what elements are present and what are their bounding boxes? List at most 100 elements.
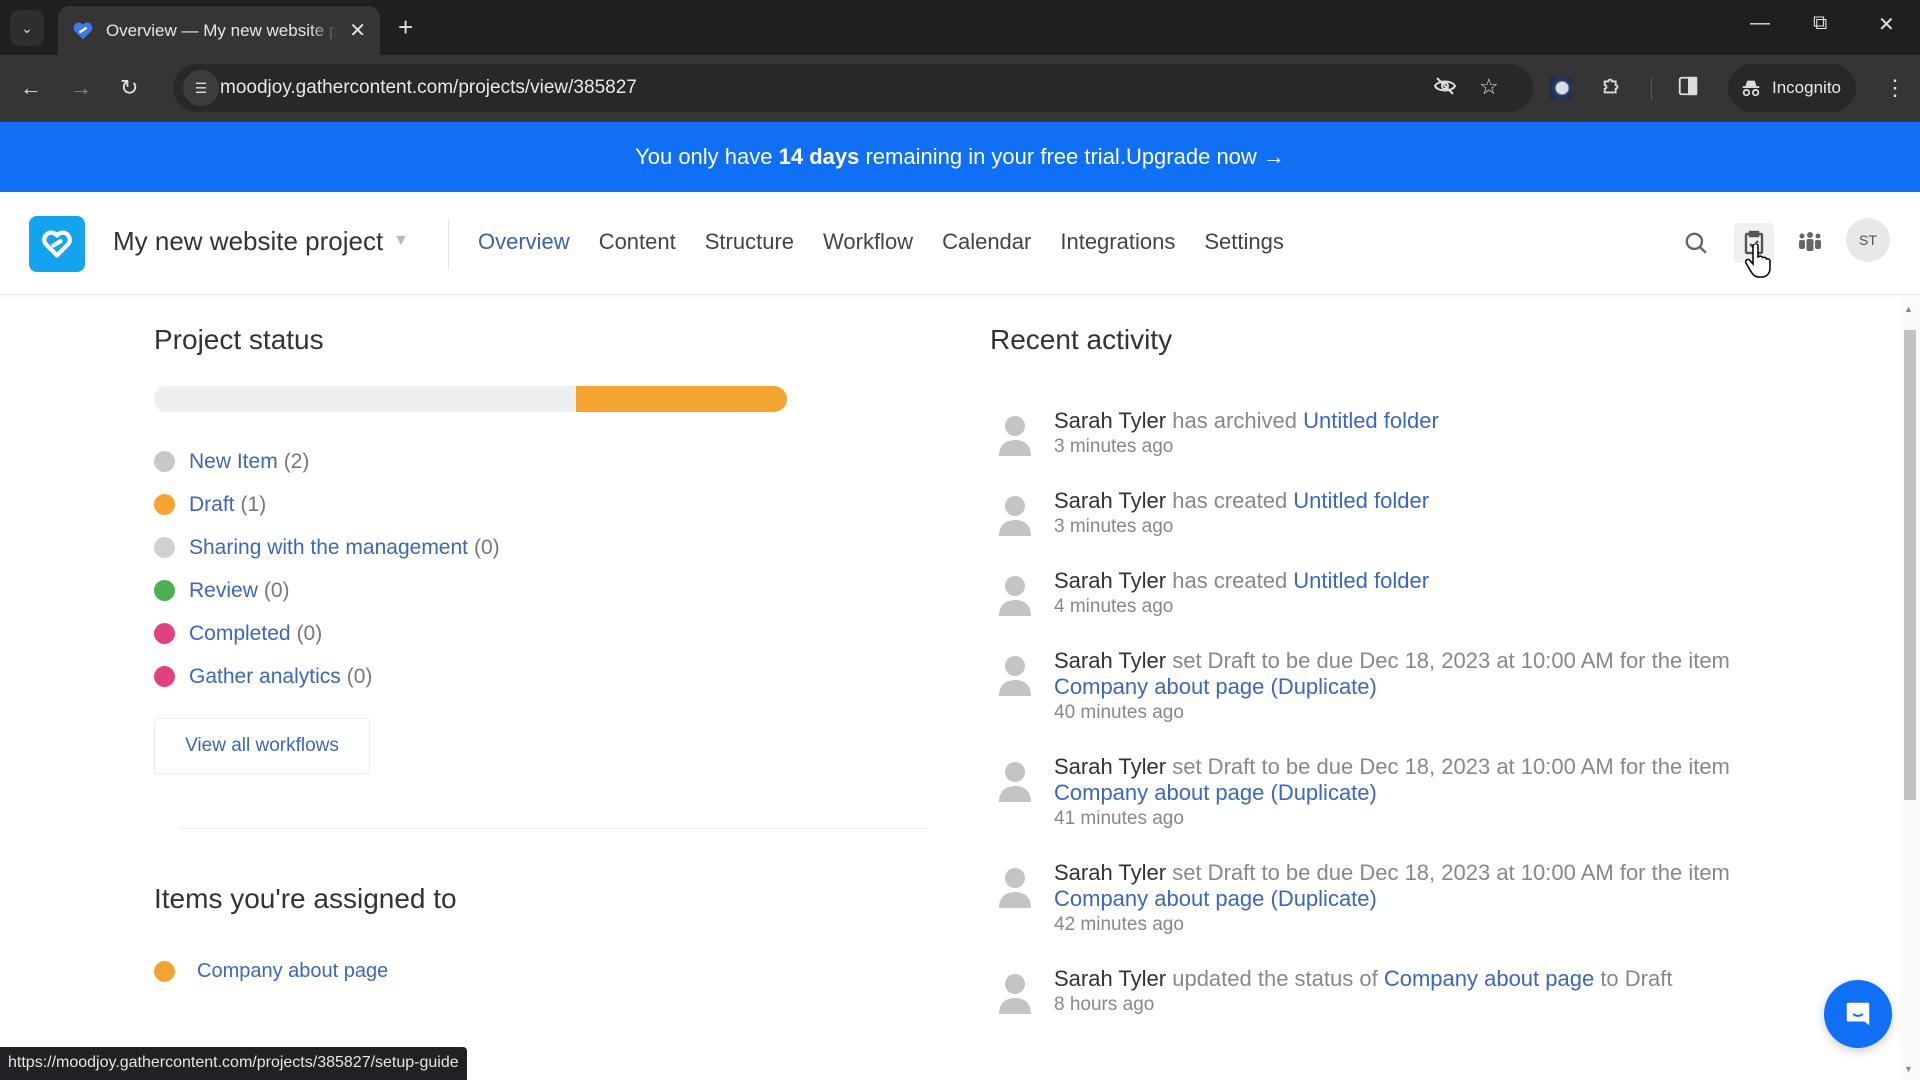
status-count: (0)	[263, 578, 290, 602]
nav-calendar[interactable]: Calendar	[942, 229, 1031, 255]
incognito-label: Incognito	[1772, 78, 1841, 97]
activity-target-link[interactable]: Company about page (Duplicate)	[1054, 674, 1377, 699]
activity-action: updated the status of	[1166, 966, 1384, 991]
minimize-icon[interactable]: —	[1750, 12, 1770, 35]
status-dot	[154, 451, 175, 472]
activity-target-link[interactable]: Company about page (Duplicate)	[1054, 780, 1377, 805]
incognito-icon	[1742, 80, 1760, 97]
page-scrollbar[interactable]: ▲ ▼	[1900, 300, 1920, 1080]
default-user-avatar-icon	[999, 656, 1031, 696]
search-icon[interactable]	[1676, 223, 1716, 263]
tab-title: Overview — My new website project	[105, 20, 338, 40]
close-window-icon[interactable]: ✕	[1878, 12, 1895, 37]
view-all-workflows-button[interactable]: View all workflows	[154, 718, 370, 774]
gathercontent-favicon-icon	[73, 22, 93, 39]
incognito-indicator[interactable]: Incognito	[1728, 64, 1856, 112]
scroll-up-arrow-icon[interactable]: ▲	[1904, 304, 1913, 314]
close-tab-icon[interactable]: ✕	[349, 18, 366, 43]
eye-off-icon[interactable]	[1433, 74, 1457, 104]
status-link[interactable]: Review	[189, 579, 258, 603]
app-header: My new website project ▼ Overview Conten…	[0, 192, 1920, 295]
status-link[interactable]: New Item	[189, 450, 278, 474]
restore-window-icon[interactable]: ⧉	[1813, 12, 1827, 35]
url-text[interactable]: moodjoy.gathercontent.com/projects/view/…	[220, 77, 637, 99]
activity-target-link[interactable]: Untitled folder	[1293, 488, 1429, 513]
chevron-down-icon: ⌄	[21, 19, 33, 36]
site-settings-icon[interactable]: ☰	[183, 70, 219, 106]
activity-target-link[interactable]: Untitled folder	[1293, 568, 1429, 593]
caret-down-icon[interactable]: ▼	[393, 232, 409, 250]
status-item: Sharing with the management (0)	[154, 526, 500, 569]
trial-text-prefix: You only have	[635, 144, 773, 169]
status-count: (2)	[283, 449, 310, 473]
status-dot	[154, 961, 175, 982]
forward-arrow-icon[interactable]: →	[70, 75, 92, 101]
status-dot	[154, 580, 175, 601]
status-link[interactable]: Completed	[189, 622, 291, 646]
status-count: (1)	[240, 492, 267, 516]
scrollbar-thumb[interactable]	[1904, 330, 1916, 800]
reload-icon[interactable]: ↻	[120, 75, 138, 101]
status-item: Completed (0)	[154, 612, 500, 655]
status-link[interactable]: Sharing with the management	[189, 536, 468, 560]
assigned-item-link[interactable]: Company about page	[197, 960, 388, 983]
activity-action: set Draft to be due Dec 18, 2023 at 10:0…	[1166, 754, 1730, 779]
browser-menu-icon[interactable]: ⋮	[1884, 75, 1906, 101]
side-panel-icon[interactable]	[1677, 75, 1699, 103]
default-user-avatar-icon	[999, 974, 1031, 1014]
activity-actor: Sarah Tyler	[1054, 966, 1167, 991]
nav-integrations[interactable]: Integrations	[1060, 229, 1175, 255]
assigned-item: Company about page	[154, 960, 388, 983]
activity-actor: Sarah Tyler	[1054, 568, 1167, 593]
tab-search-button[interactable]: ⌄	[10, 10, 44, 46]
activity-target-link[interactable]: Company about page	[1384, 966, 1594, 991]
activity-actor: Sarah Tyler	[1054, 648, 1167, 673]
activity-target-link[interactable]: Company about page (Duplicate)	[1054, 886, 1377, 911]
status-bar-segment-new-item	[154, 386, 577, 412]
nav-settings[interactable]: Settings	[1204, 229, 1284, 255]
assigned-items-list: Company about page	[154, 960, 388, 983]
user-avatar[interactable]: ST	[1846, 218, 1890, 262]
activity-item: Sarah Tyler has created Untitled folder …	[993, 488, 1753, 538]
gathercontent-logo[interactable]	[29, 216, 85, 272]
bookmark-star-icon[interactable]: ☆	[1479, 74, 1499, 100]
browser-tab-active[interactable]: Overview — My new website project ✕	[58, 6, 380, 55]
scroll-down-arrow-icon[interactable]: ▼	[1904, 1064, 1913, 1074]
trial-banner[interactable]: You only have 14 days remaining in your …	[0, 122, 1920, 192]
assigned-items-heading: Items you're assigned to	[154, 883, 457, 914]
extensions-puzzle-icon[interactable]	[1601, 75, 1623, 103]
activity-actor: Sarah Tyler	[1054, 860, 1167, 885]
default-user-avatar-icon	[999, 868, 1031, 908]
logo-heart-icon	[42, 230, 72, 258]
overview-content: Project status New Item (2) Draft (1) Shar…	[0, 296, 1900, 1080]
activity-item: Sarah Tyler set Draft to be due Dec 18, …	[993, 648, 1753, 724]
status-item: Gather analytics (0)	[154, 655, 500, 698]
trial-text-suffix: remaining in your free trial.	[865, 144, 1126, 169]
activity-action: has created	[1166, 488, 1294, 513]
team-people-icon[interactable]	[1790, 223, 1830, 263]
status-link[interactable]: Draft	[189, 493, 235, 517]
nav-content[interactable]: Content	[599, 229, 676, 255]
extension-icon[interactable]	[1550, 77, 1572, 99]
activity-time: 3 minutes ago	[1054, 436, 1174, 457]
activity-feed: Sarah Tyler has archived Untitled folder…	[993, 408, 1753, 1046]
activity-after: to Draft	[1594, 966, 1673, 991]
status-link[interactable]: Gather analytics	[189, 665, 341, 689]
toolbar-separator	[1651, 77, 1652, 101]
project-name-dropdown[interactable]: My new website project	[113, 226, 383, 257]
address-bar[interactable]: ☰ moodjoy.gathercontent.com/projects/vie…	[173, 64, 1533, 112]
hand-pointer-cursor-icon	[1745, 244, 1771, 278]
activity-item: Sarah Tyler set Draft to be due Dec 18, …	[993, 754, 1753, 830]
nav-overview[interactable]: Overview	[478, 229, 570, 255]
default-user-avatar-icon	[999, 416, 1031, 456]
support-chat-button[interactable]	[1824, 980, 1892, 1048]
new-tab-button[interactable]: +	[398, 12, 413, 43]
nav-structure[interactable]: Structure	[705, 229, 794, 255]
status-item: Draft (1)	[154, 483, 500, 526]
upgrade-now-link[interactable]: Upgrade now →	[1126, 144, 1285, 170]
activity-target-link[interactable]: Untitled folder	[1303, 408, 1439, 433]
status-list: New Item (2) Draft (1) Sharing with the ma…	[154, 440, 500, 698]
main-nav: Overview Content Structure Workflow Cale…	[478, 229, 1313, 255]
back-arrow-icon[interactable]: ←	[20, 75, 42, 101]
nav-workflow[interactable]: Workflow	[823, 229, 913, 255]
